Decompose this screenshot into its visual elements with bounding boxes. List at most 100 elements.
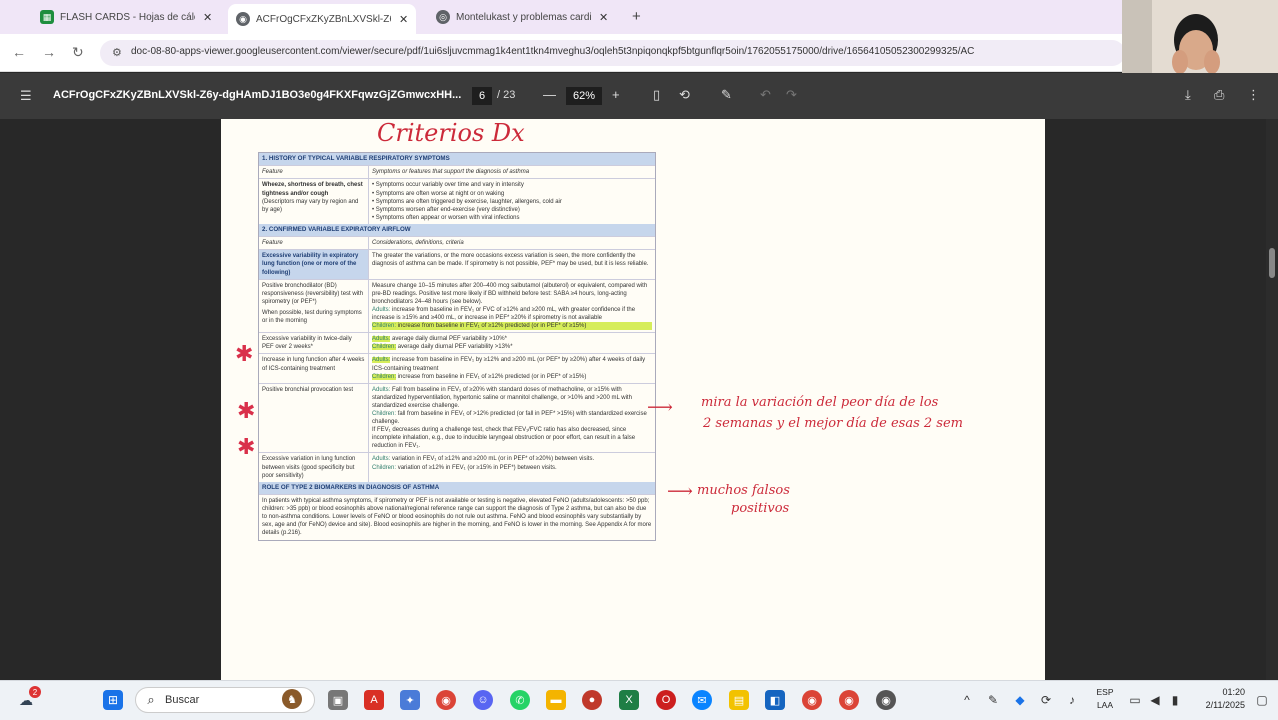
feature-sub: When possible, test during symptoms or i… [262,309,362,325]
language-region: LAA [1096,700,1114,710]
opera-icon[interactable]: O [656,690,676,710]
tab-montelukast[interactable]: ◎ Montelukast y problemas cardi ✕ [428,4,616,30]
mic-icon[interactable]: ♪ [1062,690,1082,710]
app-icon[interactable]: ● [582,690,602,710]
bullet: • Symptoms worsen after end-exercise (ve… [372,206,520,213]
close-icon[interactable]: ✕ [399,13,408,26]
bullet: • Symptoms are often triggered by exerci… [372,198,562,205]
chrome-icon[interactable]: ◉ [876,690,896,710]
chrome-icon[interactable]: ◉ [436,690,456,710]
adults-text: average daily diurnal PEF variability >1… [392,336,507,343]
section-header: 1. HISTORY OF TYPICAL VARIABLE RESPIRATO… [259,153,655,166]
handwritten-arrow: ⟶ [647,397,673,418]
zoom-in-icon[interactable]: + [612,87,620,102]
section-header: ROLE OF TYPE 2 BIOMARKERS IN DIAGNOSIS O… [259,481,655,495]
rotate-icon[interactable]: ⟲ [679,87,690,103]
criteria-text: Measure change 10–15 minutes after 200–4… [372,282,648,305]
scrollbar[interactable] [1266,119,1278,680]
volume-icon[interactable]: ◀ [1145,690,1165,710]
messenger-icon[interactable]: ✉ [692,690,712,710]
children-label: Children: [372,323,397,330]
whatsapp-icon[interactable]: ✆ [510,690,530,710]
bison-image-icon: ♞ [282,689,302,709]
sheets-icon: ▦ [40,10,54,24]
children-text: average daily diurnal PEF variability >1… [397,344,513,351]
language-indicator[interactable]: ESP LAA [1093,686,1117,712]
fit-page-icon[interactable]: ▯ [653,87,660,103]
windows-start-icon[interactable]: ⊞ [103,690,123,710]
notification-bell-icon[interactable]: ▢ [1252,690,1272,710]
search-placeholder[interactable]: Buscar [165,694,199,706]
shield-icon[interactable]: ◆ [1010,690,1030,710]
zoom-out-icon[interactable]: — [543,87,556,102]
tab-flash-cards[interactable]: ▦ FLASH CARDS - Hojas de cálcu ✕ [32,4,220,30]
feature-label: Increase in lung function after 4 weeks … [259,354,369,383]
file-explorer-icon[interactable]: ▬ [546,690,566,710]
feature-label: Excessive variation in lung function bet… [259,453,369,482]
system-clock[interactable]: 01:20 2/11/2025 [1195,686,1245,712]
undo-icon[interactable]: ↶ [760,87,771,103]
tab-title: Montelukast y problemas cardi [456,11,591,23]
discord-icon[interactable]: ☺ [473,690,493,710]
excel-icon[interactable]: X [619,690,639,710]
close-icon[interactable]: ✕ [599,11,608,24]
outlook-icon[interactable]: ◧ [765,690,785,710]
site-info-icon[interactable]: ⚙ [112,46,122,59]
children-label: Children: [372,344,397,351]
tab-pdf-viewer[interactable]: ◉ ACFrOgCFxZKyZBnLXVSkl-Z6y ✕ [228,4,417,34]
adults-label: Adults: [372,306,391,313]
notes-icon[interactable]: ▤ [729,690,749,710]
children-label: Children: [372,373,397,380]
tab-title: FLASH CARDS - Hojas de cálcu [60,11,195,23]
tab-title: ACFrOgCFxZKyZBnLXVSkl-Z6y [256,13,391,25]
more-options-icon[interactable]: ⋮ [1247,87,1260,103]
adults-label: Adults: [372,456,391,463]
notification-badge: 2 [29,686,41,698]
new-tab-button[interactable]: + [632,8,641,25]
bullet: • Symptoms occur variably over time and … [372,182,524,189]
globe-icon: ◎ [436,10,450,24]
url-text[interactable]: doc-08-80-apps-viewer.googleusercontent.… [131,46,1121,57]
menu-icon[interactable]: ☰ [20,88,32,104]
feature-label: Wheeze, shortness of breath, chest tight… [262,182,363,197]
star-annotation-icon: ✱ [235,341,254,366]
download-icon[interactable]: ⤓ [1185,87,1191,103]
display-icon[interactable]: ▭ [1125,690,1145,710]
adults-label: Adults: [372,386,391,393]
battery-icon[interactable]: ▮ [1165,690,1185,710]
children-text: variation of ≥12% in FEV₁ (or ≥15% in PE… [397,464,557,471]
page-number-input[interactable]: 6 [472,87,492,105]
handwritten-note: 2 semanas y el mejor día de esas 2 sem [703,416,963,431]
task-view-icon[interactable]: ▣ [328,690,348,710]
acrobat-icon[interactable]: A [364,690,384,710]
print-icon[interactable]: ⎙ [1214,87,1224,103]
chevron-up-icon[interactable]: ^ [957,690,977,710]
adults-text: variation in FEV₁ of ≥12% and ≥200 mL (o… [392,456,595,463]
chrome-icon[interactable]: ◉ [802,690,822,710]
feature-sub: (Descriptors may vary by region and by a… [262,198,359,213]
chrome-icon: ◉ [236,12,250,26]
chrome-icon[interactable]: ◉ [839,690,859,710]
feature-label: Positive bronchodilator (BD) responsiven… [262,282,364,305]
annotate-icon[interactable]: ✎ [721,87,732,103]
copilot-icon[interactable]: ✦ [400,690,420,710]
pen-icon[interactable]: ✎ [983,690,1003,710]
scrollbar-thumb[interactable] [1269,248,1275,278]
diagnostic-criteria-table: 1. HISTORY OF TYPICAL VARIABLE RESPIRATO… [258,152,656,541]
forward-icon[interactable]: → [42,44,56,60]
redo-icon[interactable]: ↷ [786,87,797,103]
reload-icon[interactable]: ↻ [72,44,84,61]
children-label: Children: [372,410,397,417]
adults-text: increase from baseline in FEV₁ or FVC of… [372,306,636,322]
adults-text: increase from baseline in FEV₁ by ≥12% a… [372,357,646,372]
col-header: Considerations, definitions, criteria [372,240,464,247]
zoom-input[interactable]: 62% [566,87,602,105]
close-icon[interactable]: ✕ [203,11,212,24]
col-header: Symptoms or features that support the di… [372,169,530,176]
clock-date: 2/11/2025 [1205,700,1245,710]
star-annotation-icon: ✱ [237,434,256,459]
children-text: increase from baseline in FEV₁ of ≥12% p… [397,373,587,380]
handwritten-note: muchos falsos [697,483,790,498]
sync-icon[interactable]: ⟳ [1036,690,1056,710]
back-icon[interactable]: ← [12,44,26,60]
